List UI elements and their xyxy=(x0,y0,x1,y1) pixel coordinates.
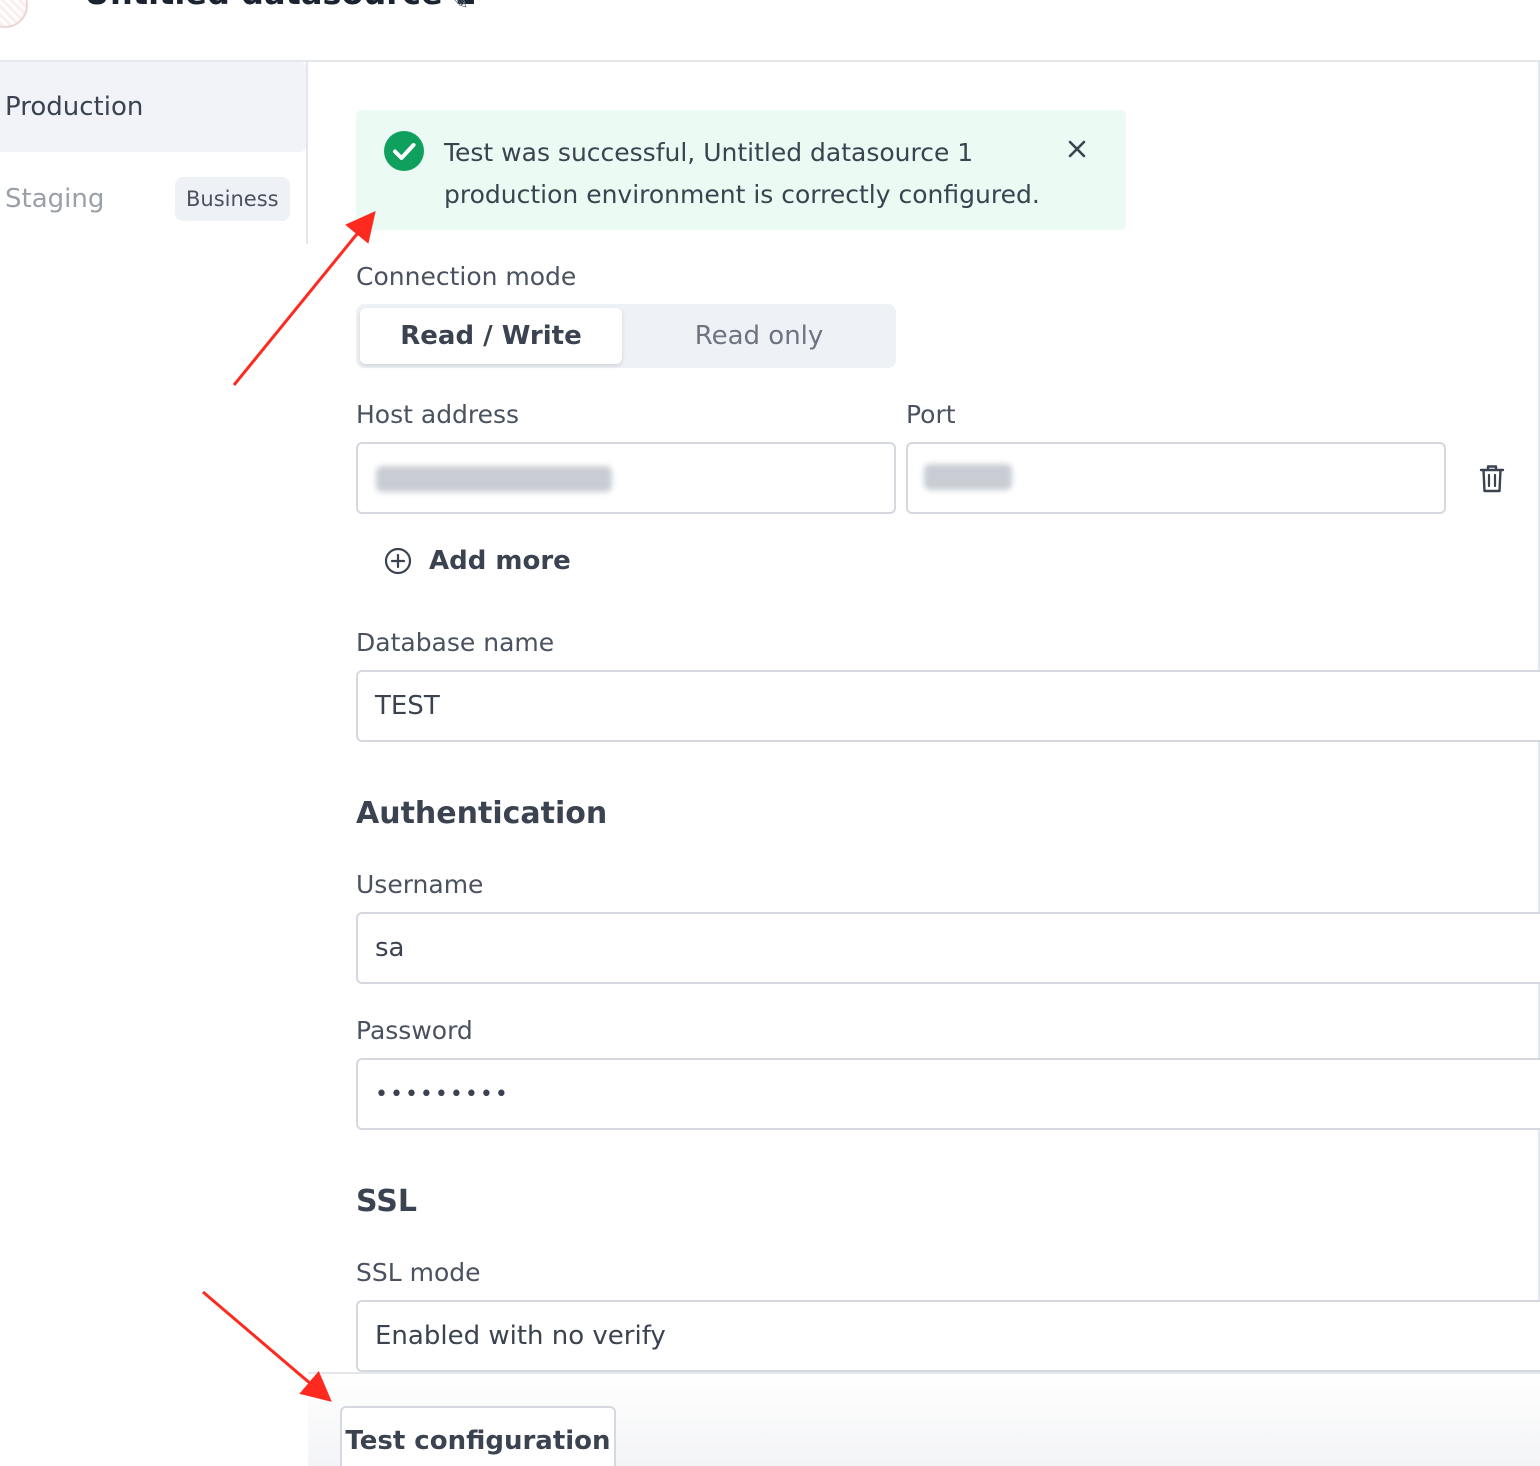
database-name-label: Database name xyxy=(356,628,555,657)
password-label: Password xyxy=(356,1016,473,1045)
sidebar-item-label: Production xyxy=(5,92,144,122)
success-banner: Test was successful, Untitled datasource… xyxy=(356,110,1126,230)
sidebar-item-label: Staging xyxy=(5,184,105,214)
arrow-to-test-button xyxy=(202,1290,332,1402)
ssl-mode-select[interactable]: Enabled with no verify xyxy=(356,1300,1540,1372)
read-only-option[interactable]: Read only xyxy=(626,308,892,364)
environment-sidebar: Production Staging Business xyxy=(0,62,308,244)
success-check-icon xyxy=(384,131,424,171)
redacted-host-value xyxy=(376,466,612,492)
sidebar-item-production[interactable]: Production xyxy=(0,62,306,152)
ssl-heading: SSL xyxy=(356,1184,417,1219)
redacted-port-value xyxy=(924,464,1012,490)
page-title: Untitled datasource 1 xyxy=(84,0,476,12)
close-icon[interactable] xyxy=(1062,134,1092,164)
host-address-label: Host address xyxy=(356,400,520,429)
ssl-mode-value: Enabled with no verify xyxy=(375,1321,666,1351)
host-address-input[interactable] xyxy=(356,442,896,514)
port-input[interactable] xyxy=(906,442,1446,514)
sidebar-item-staging[interactable]: Staging Business xyxy=(0,154,306,244)
datasource-logo-icon xyxy=(0,0,28,28)
banner-message: Test was successful, Untitled datasource… xyxy=(444,138,1040,209)
connection-mode-toggle: Read / Write Read only xyxy=(356,304,896,368)
test-configuration-button[interactable]: Test configuration xyxy=(340,1406,616,1466)
add-more-label: Add more xyxy=(429,546,571,576)
plan-badge: Business xyxy=(175,177,290,221)
authentication-heading: Authentication xyxy=(356,796,608,831)
database-name-input[interactable]: TEST xyxy=(356,670,1540,742)
trash-icon[interactable] xyxy=(1476,462,1508,496)
database-name-value: TEST xyxy=(375,691,440,721)
plus-circle-icon xyxy=(383,546,413,576)
edit-title-icon[interactable]: ✎ xyxy=(452,0,469,14)
read-write-option[interactable]: Read / Write xyxy=(360,308,622,364)
connection-mode-label: Connection mode xyxy=(356,262,577,291)
add-more-button[interactable]: Add more xyxy=(383,540,571,582)
password-value: ••••••••• xyxy=(375,1081,510,1107)
ssl-mode-label: SSL mode xyxy=(356,1258,481,1287)
username-value: sa xyxy=(375,933,405,963)
username-input[interactable]: sa xyxy=(356,912,1540,984)
top-header: Untitled datasource 1 ✎ xyxy=(0,0,1540,62)
username-label: Username xyxy=(356,870,484,899)
password-input[interactable]: ••••••••• xyxy=(356,1058,1540,1130)
port-label: Port xyxy=(906,400,956,429)
